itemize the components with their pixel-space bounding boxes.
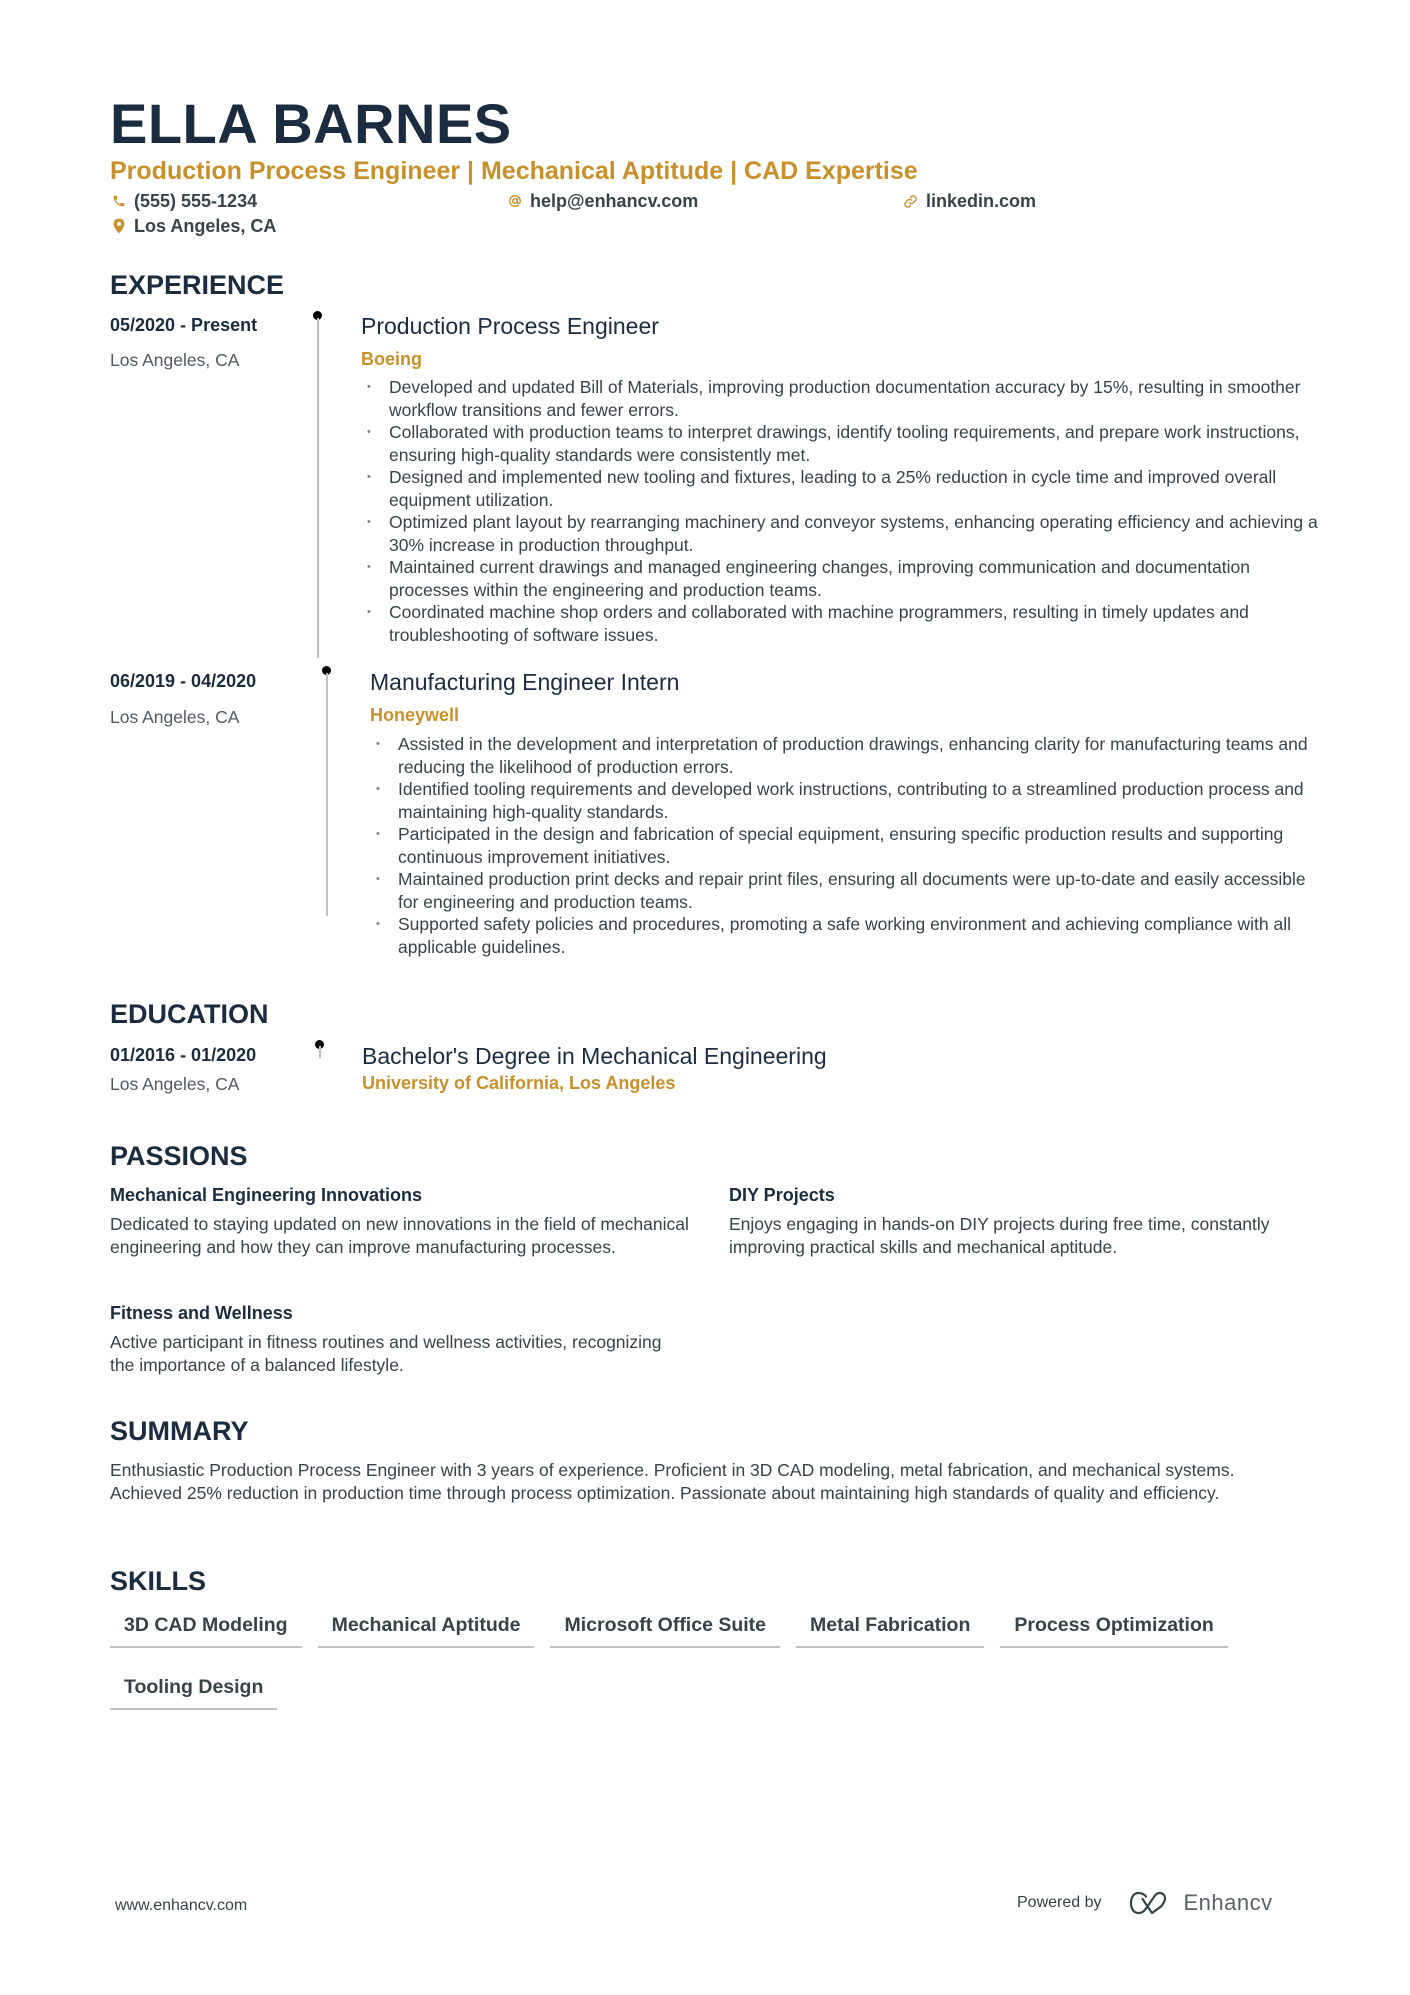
passion-item: Mechanical Engineering Innovations Dedic… bbox=[110, 1183, 690, 1258]
skill-tag: Tooling Design bbox=[110, 1674, 278, 1710]
contact-email[interactable]: help@enhancv.com bbox=[508, 189, 698, 213]
bullet-item: Maintained production print decks and re… bbox=[370, 868, 1320, 913]
enhancv-logo-icon bbox=[1129, 1891, 1166, 1915]
contact-phone: (555) 555-1234 bbox=[112, 189, 257, 213]
skill-tag: Microsoft Office Suite bbox=[550, 1612, 781, 1648]
degree-title: Bachelor's Degree in Mechanical Engineer… bbox=[362, 1043, 827, 1069]
email-link[interactable]: help@enhancv.com bbox=[530, 189, 698, 213]
bullet-item: Supported safety policies and procedures… bbox=[370, 913, 1320, 958]
at-icon bbox=[509, 195, 521, 207]
bullet-item: Designed and implemented new tooling and… bbox=[361, 466, 1321, 511]
bullet-item: Identified tooling requirements and deve… bbox=[370, 778, 1320, 823]
location-text: Los Angeles, CA bbox=[134, 216, 277, 236]
skill-tag: 3D CAD Modeling bbox=[110, 1612, 302, 1648]
job-bullets: Assisted in the development and interpre… bbox=[370, 733, 1320, 958]
job-dates: 05/2020 - Present bbox=[110, 315, 258, 335]
section-title-skills: SKILLS bbox=[110, 1566, 207, 1596]
headline: Production Process Engineer | Mechanical… bbox=[110, 157, 918, 185]
timeline-line bbox=[317, 318, 319, 658]
skill-tag: Process Optimization bbox=[1000, 1612, 1228, 1648]
bullet-item: Maintained current drawings and managed … bbox=[361, 556, 1321, 601]
section-title-education: EDUCATION bbox=[110, 999, 269, 1029]
link-icon bbox=[904, 194, 917, 208]
footer-powered-by[interactable]: Powered by Enhancv bbox=[1017, 1890, 1273, 1916]
footer-website[interactable]: www.enhancv.com bbox=[115, 1897, 247, 1915]
skills-list: 3D CAD Modeling Mechanical Aptitude Micr… bbox=[110, 1612, 1330, 1710]
bullet-item: Developed and updated Bill of Materials,… bbox=[361, 376, 1321, 421]
school-name: University of California, Los Angeles bbox=[362, 1073, 676, 1093]
section-title-passions: PASSIONS bbox=[110, 1141, 248, 1171]
section-title-summary: SUMMARY bbox=[110, 1416, 249, 1446]
skill-tag: Metal Fabrication bbox=[796, 1612, 985, 1648]
contact-location: Los Angeles, CA bbox=[112, 214, 276, 238]
job-bullets: Developed and updated Bill of Materials,… bbox=[361, 376, 1321, 646]
bullet-item: Coordinated machine shop orders and coll… bbox=[361, 601, 1321, 646]
skill-tag: Mechanical Aptitude bbox=[317, 1612, 535, 1648]
phone-text: (555) 555-1234 bbox=[134, 191, 258, 211]
enhancv-brand: Enhancv bbox=[1183, 1890, 1273, 1915]
passion-description: Enjoys engaging in hands-on DIY projects… bbox=[729, 1214, 1270, 1257]
job-location: Los Angeles, CA bbox=[110, 350, 240, 370]
passion-title: DIY Projects bbox=[729, 1185, 835, 1205]
bullet-item: Optimized plant layout by rearranging ma… bbox=[361, 511, 1321, 556]
job-title: Manufacturing Engineer Intern bbox=[370, 669, 680, 695]
company-name: Boeing bbox=[361, 349, 422, 369]
summary-text: Enthusiastic Production Process Engineer… bbox=[110, 1460, 1235, 1503]
education-location: Los Angeles, CA bbox=[110, 1074, 240, 1094]
bullet-item: Assisted in the development and interpre… bbox=[370, 733, 1320, 778]
passion-title: Fitness and Wellness bbox=[110, 1303, 293, 1323]
candidate-name: ELLA BARNES bbox=[110, 92, 512, 155]
passion-title: Mechanical Engineering Innovations bbox=[110, 1185, 423, 1205]
powered-by-label: Powered by bbox=[1017, 1894, 1102, 1911]
passion-description: Active participant in fitness routines a… bbox=[110, 1332, 662, 1375]
job-dates: 06/2019 - 04/2020 bbox=[110, 671, 257, 691]
job-title: Production Process Engineer bbox=[361, 313, 659, 339]
timeline-line bbox=[326, 673, 328, 916]
location-pin-icon bbox=[113, 218, 125, 234]
job-location: Los Angeles, CA bbox=[110, 707, 240, 727]
timeline-line bbox=[319, 1046, 321, 1058]
contact-linkedin[interactable]: linkedin.com bbox=[903, 189, 1036, 213]
section-title-experience: EXPERIENCE bbox=[110, 270, 285, 300]
linkedin-link[interactable]: linkedin.com bbox=[926, 189, 1036, 213]
bullet-item: Collaborated with production teams to in… bbox=[361, 421, 1321, 466]
education-dates: 01/2016 - 01/2020 bbox=[110, 1045, 257, 1065]
bullet-item: Participated in the design and fabricati… bbox=[370, 823, 1320, 868]
phone-icon bbox=[113, 195, 125, 207]
passion-description: Dedicated to staying updated on new inno… bbox=[110, 1214, 689, 1257]
passion-item: DIY Projects Enjoys engaging in hands-on… bbox=[729, 1183, 1309, 1258]
company-name: Honeywell bbox=[370, 705, 460, 725]
passion-item: Fitness and Wellness Active participant … bbox=[110, 1301, 690, 1376]
